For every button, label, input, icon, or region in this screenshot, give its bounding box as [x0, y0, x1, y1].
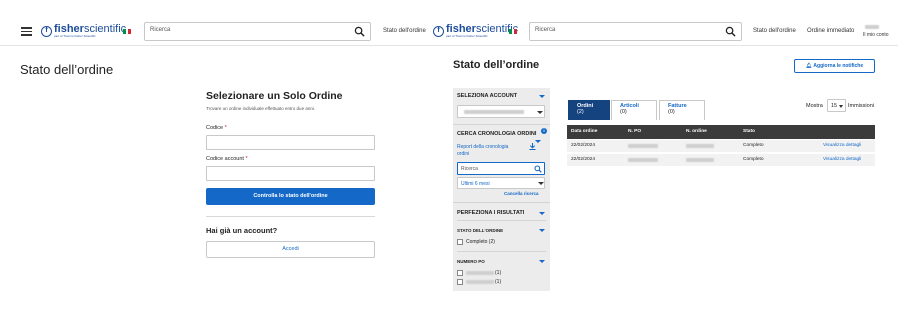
view-details-link[interactable]: Visualizza dettagli — [823, 143, 861, 148]
tab-articles[interactable]: Articoli (0) — [611, 100, 657, 120]
sidebar: SELEZIONA ACCOUNT CERCA CRONOLOGIA ORDIN… — [453, 88, 550, 291]
left-header: f fisherscientific part of Thermo Fisher… — [0, 0, 430, 46]
account-name-redacted — [865, 25, 879, 29]
login-button[interactable]: Accedi — [206, 241, 375, 258]
chevron-down-icon[interactable] — [539, 260, 545, 263]
page-title: Stato dell’ordine — [453, 59, 540, 71]
tab-invoices[interactable]: Fatture (0) — [659, 100, 705, 120]
po-option-count: (1) — [495, 279, 502, 285]
chevron-down-icon[interactable] — [539, 229, 545, 232]
po-option-count: (1) — [495, 270, 502, 276]
status-complete-label: Completo (2) — [466, 239, 495, 245]
chevron-down-icon — [839, 105, 843, 108]
show-label: Mostra — [806, 103, 823, 109]
bell-icon: 🔔︎ — [805, 63, 813, 69]
logo-mark: f — [433, 25, 444, 37]
nav-order-status[interactable]: Stato dell'ordine — [383, 28, 426, 34]
tab-orders[interactable]: Ordini (2) — [568, 100, 610, 120]
account-code-field[interactable] — [206, 166, 375, 181]
entries-per-page-select[interactable]: 15 — [827, 99, 846, 112]
form-heading: Selezionare un Solo Ordine — [206, 90, 343, 102]
clear-search-link[interactable]: Cancella ricerca — [504, 191, 539, 196]
select-account-heading[interactable]: SELEZIONA ACCOUNT — [457, 93, 517, 99]
search-icon[interactable] — [725, 26, 736, 37]
code-label: Codice * — [206, 125, 227, 131]
check-order-status-button[interactable]: Controlla lo stato dell'ordine — [206, 188, 375, 205]
po-number-filter-heading[interactable]: NUMERO PO — [457, 259, 485, 264]
account-heading: Hai già un account? — [206, 226, 278, 235]
logo-mark: f — [41, 25, 52, 37]
chevron-down-icon[interactable] — [539, 95, 545, 98]
italy-flag-icon[interactable] — [509, 29, 518, 34]
search-icon[interactable] — [534, 165, 542, 173]
search-icon[interactable] — [354, 26, 365, 37]
report-history-link[interactable]: Report della cronologia ordini — [457, 144, 522, 158]
view-details-link[interactable]: Visualizza dettagli — [823, 157, 861, 162]
nav-order-status[interactable]: Stato dell'ordine — [753, 28, 796, 34]
nav-immediate-order[interactable]: Ordine immediato — [807, 28, 854, 34]
page-title: Stato dell’ordine — [20, 62, 114, 77]
chevron-down-icon — [537, 111, 543, 114]
right-header: f fisherscientific part of Thermo Fisher… — [430, 0, 898, 46]
table-row: 22/02/2024 Completo Visualizza dettagli — [567, 140, 875, 152]
po-option-checkbox[interactable] — [457, 270, 463, 276]
chevron-down-icon[interactable] — [539, 212, 545, 215]
nav-account[interactable]: Il mio conto — [863, 32, 889, 38]
table-row: 22/02/2024 Completo Visualizza dettagli — [567, 154, 875, 166]
code-field[interactable] — [206, 135, 375, 150]
search-input[interactable]: Ricerca — [529, 22, 742, 41]
chevron-down-icon — [538, 182, 544, 185]
account-select[interactable] — [457, 105, 545, 118]
menu-icon[interactable] — [21, 25, 32, 38]
account-code-label: Codice account * — [206, 156, 248, 162]
history-search-input[interactable]: Ricerca — [457, 162, 545, 175]
table-header: Data ordine N. PO N. ordine Stato — [567, 125, 875, 139]
status-complete-checkbox[interactable] — [457, 239, 463, 245]
brand-logo[interactable]: f fisherscientific part of Thermo Fisher… — [41, 24, 126, 38]
po-option-checkbox[interactable] — [457, 279, 463, 285]
italy-flag-icon[interactable] — [123, 29, 132, 34]
order-status-filter-heading[interactable]: STATO DELL'ORDINE — [457, 228, 503, 233]
period-select[interactable]: Ultimi 6 mesi — [457, 177, 545, 189]
search-history-heading[interactable]: CERCA CRONOLOGIA ORDINI — [457, 131, 536, 137]
entries-label: Immissioni — [848, 103, 874, 109]
form-subtitle: Trovare un ordine individuale effettuato… — [206, 106, 316, 111]
search-input[interactable]: Ricerca — [144, 22, 371, 41]
divider — [206, 216, 375, 217]
refine-results-heading[interactable]: PERFEZIONA I RISULTATI — [457, 210, 524, 216]
info-icon[interactable]: i — [541, 128, 547, 134]
update-notifications-button[interactable]: 🔔︎ Aggiorna le notifiche — [794, 59, 875, 73]
download-icon[interactable] — [529, 143, 536, 150]
brand-logo[interactable]: f fisherscientific part of Thermo Fisher… — [433, 24, 518, 38]
